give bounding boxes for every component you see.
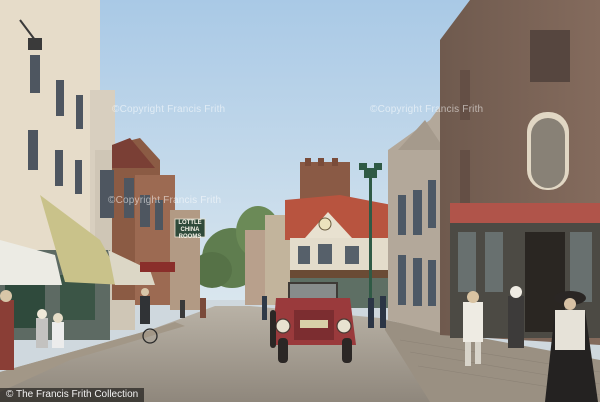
sign-line-2: CHINA [180, 227, 200, 233]
watermark-center: ©Copyright Francis Frith [108, 195, 222, 206]
watermark-left: ©Copyright Francis Frith [112, 104, 226, 115]
watermark-right: ©Copyright Francis Frith [370, 104, 484, 115]
photo-credit: © The Francis Frith Collection [0, 388, 145, 402]
street-scene-illustration [0, 0, 600, 402]
street-photo: LOTTLE CHINA ROOMS ©Copyright Francis Fr… [0, 0, 600, 402]
sign-line-1: LOTTLE [178, 220, 202, 226]
sign-line-3: ROOMS [178, 234, 202, 240]
china-rooms-sign-text: LOTTLE CHINA ROOMS [175, 220, 205, 241]
